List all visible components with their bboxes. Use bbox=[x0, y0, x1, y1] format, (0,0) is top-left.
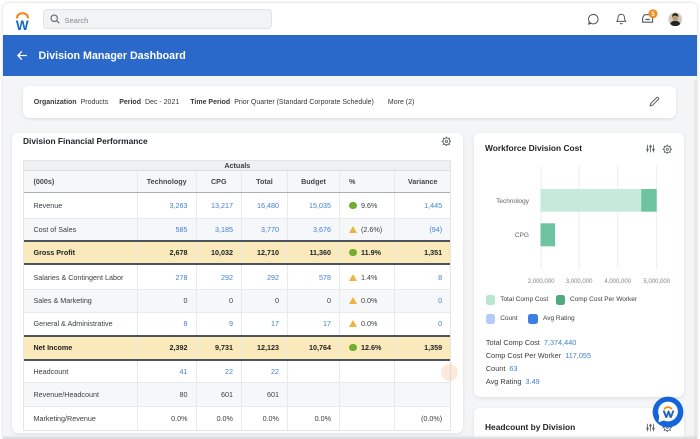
svg-text:3,000,000: 3,000,000 bbox=[565, 279, 592, 285]
svg-text:4,000,000: 4,000,000 bbox=[604, 279, 631, 285]
svg-text:W: W bbox=[16, 18, 29, 32]
svg-text:2,000,000: 2,000,000 bbox=[527, 279, 554, 285]
svg-text:CPG: CPG bbox=[515, 232, 529, 239]
svg-text:Technology: Technology bbox=[496, 198, 530, 205]
svg-text:5,000,000: 5,000,000 bbox=[643, 279, 670, 285]
